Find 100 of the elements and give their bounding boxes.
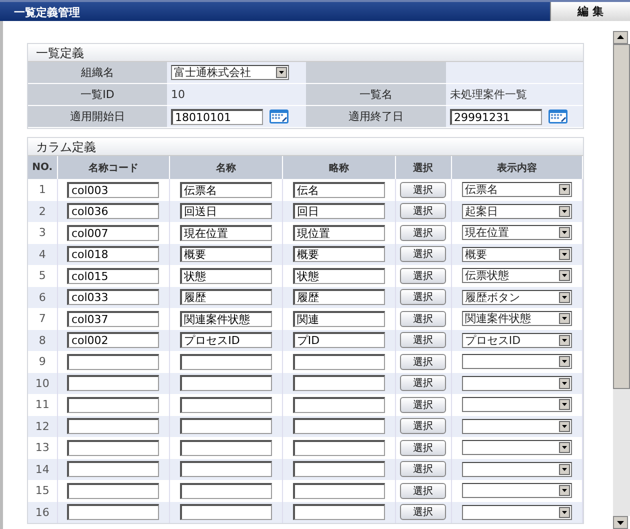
- input-field[interactable]: プロセスID: [180, 332, 272, 348]
- select-button[interactable]: 選択: [400, 224, 446, 241]
- input-field[interactable]: [292, 396, 385, 413]
- window-title: 一覧定義管理: [13, 5, 81, 21]
- calendar-icon[interactable]: [269, 109, 289, 124]
- select-button[interactable]: 選択: [400, 418, 446, 434]
- select-button[interactable]: 選択: [400, 396, 446, 413]
- input-field[interactable]: 概要: [292, 246, 385, 262]
- input-field[interactable]: col037: [67, 310, 160, 327]
- input-field[interactable]: [67, 418, 160, 434]
- input-field[interactable]: [180, 375, 272, 392]
- input-field[interactable]: [67, 440, 160, 456]
- dropdown[interactable]: [462, 418, 572, 434]
- input-field[interactable]: col036: [67, 203, 160, 220]
- input-field[interactable]: 伝票名: [180, 182, 272, 198]
- caret-icon: [558, 313, 570, 324]
- scroll-down-icon[interactable]: [613, 516, 628, 529]
- input-field[interactable]: 回日: [292, 203, 385, 220]
- dropdown[interactable]: 履歴ボタン: [462, 290, 572, 305]
- dropdown[interactable]: 起案日: [462, 204, 572, 219]
- select-button[interactable]: 選択: [400, 182, 446, 198]
- input-field[interactable]: [67, 354, 160, 370]
- input-field[interactable]: 関連案件状態: [180, 310, 272, 327]
- input-field[interactable]: [180, 440, 272, 456]
- input-field[interactable]: [180, 461, 272, 478]
- calendar-icon[interactable]: [548, 109, 568, 124]
- input-field[interactable]: [180, 482, 272, 499]
- edit-button[interactable]: 編 集: [550, 2, 630, 21]
- input-field[interactable]: [292, 440, 385, 456]
- caret-icon: [558, 334, 570, 346]
- input-field[interactable]: 伝名: [292, 182, 385, 198]
- input-field[interactable]: [180, 354, 272, 370]
- dropdown[interactable]: [462, 354, 572, 370]
- select-button[interactable]: 選択: [400, 440, 446, 456]
- select-button[interactable]: 選択: [400, 289, 446, 306]
- dropdown[interactable]: 伝票名: [462, 182, 572, 198]
- scrollbar[interactable]: [613, 31, 630, 529]
- input-field[interactable]: col033: [67, 289, 160, 306]
- select-button[interactable]: 選択: [400, 482, 446, 499]
- input-field[interactable]: [180, 396, 272, 413]
- input-field[interactable]: [292, 354, 385, 370]
- input-field[interactable]: 現位置: [292, 224, 385, 241]
- input-field[interactable]: 29991231: [450, 108, 542, 124]
- caret-icon: [558, 378, 570, 389]
- input-field[interactable]: 18010101: [171, 108, 263, 124]
- dropdown[interactable]: 富士通株式会社: [171, 65, 289, 80]
- input-field[interactable]: [180, 504, 272, 520]
- input-field[interactable]: col015: [67, 268, 160, 284]
- select-button[interactable]: 選択: [400, 310, 446, 327]
- input-field[interactable]: 状態: [180, 268, 272, 284]
- input-field[interactable]: col002: [67, 332, 160, 348]
- scroll-thumb[interactable]: [613, 44, 630, 389]
- input-field[interactable]: 履歴: [180, 289, 272, 306]
- input-field[interactable]: 履歴: [292, 289, 385, 306]
- column-header: 名称: [170, 156, 283, 179]
- column-header: NO.: [28, 156, 58, 179]
- input-field[interactable]: 状態: [292, 268, 385, 284]
- input-field[interactable]: [180, 418, 272, 434]
- dropdown[interactable]: [462, 440, 572, 456]
- select-button[interactable]: 選択: [400, 354, 446, 370]
- input-field[interactable]: [67, 482, 160, 499]
- scroll-up-icon[interactable]: [613, 31, 628, 44]
- dropdown[interactable]: 関連案件状態: [462, 311, 572, 326]
- input-field[interactable]: col003: [67, 182, 160, 198]
- input-field[interactable]: [67, 461, 160, 478]
- input-field[interactable]: [292, 461, 385, 478]
- input-field[interactable]: 関連: [292, 310, 385, 327]
- select-button[interactable]: 選択: [400, 246, 446, 262]
- input-field[interactable]: [67, 396, 160, 413]
- input-field[interactable]: [292, 482, 385, 499]
- select-button[interactable]: 選択: [400, 203, 446, 220]
- input-field[interactable]: [292, 504, 385, 520]
- dropdown[interactable]: [462, 504, 572, 520]
- input-field[interactable]: 概要: [180, 246, 272, 262]
- input-field[interactable]: [292, 375, 385, 392]
- input-field[interactable]: 回送日: [180, 203, 272, 220]
- dropdown[interactable]: [462, 462, 572, 477]
- caret-icon: [558, 485, 570, 496]
- input-field[interactable]: [67, 504, 160, 520]
- select-button[interactable]: 選択: [400, 268, 446, 284]
- input-field[interactable]: col018: [67, 246, 160, 262]
- select-button[interactable]: 選択: [400, 504, 446, 520]
- field-label: 一覧名: [306, 84, 446, 106]
- dropdown[interactable]: [462, 483, 572, 498]
- input-field[interactable]: [292, 418, 385, 434]
- input-field[interactable]: プID: [292, 332, 385, 348]
- select-button[interactable]: 選択: [400, 461, 446, 478]
- select-button[interactable]: 選択: [400, 332, 446, 348]
- dropdown[interactable]: 概要: [462, 246, 572, 262]
- caret-icon: [558, 464, 570, 475]
- dropdown[interactable]: [462, 376, 572, 391]
- select-button[interactable]: 選択: [400, 375, 446, 392]
- field-value: 未処理案件一覧: [450, 87, 527, 102]
- dropdown[interactable]: 現在位置: [462, 225, 572, 240]
- dropdown[interactable]: [462, 397, 572, 412]
- input-field[interactable]: 現在位置: [180, 224, 272, 241]
- dropdown[interactable]: プロセスID: [462, 332, 572, 348]
- dropdown[interactable]: 伝票状態: [462, 268, 572, 284]
- input-field[interactable]: [67, 375, 160, 392]
- input-field[interactable]: col007: [67, 224, 160, 241]
